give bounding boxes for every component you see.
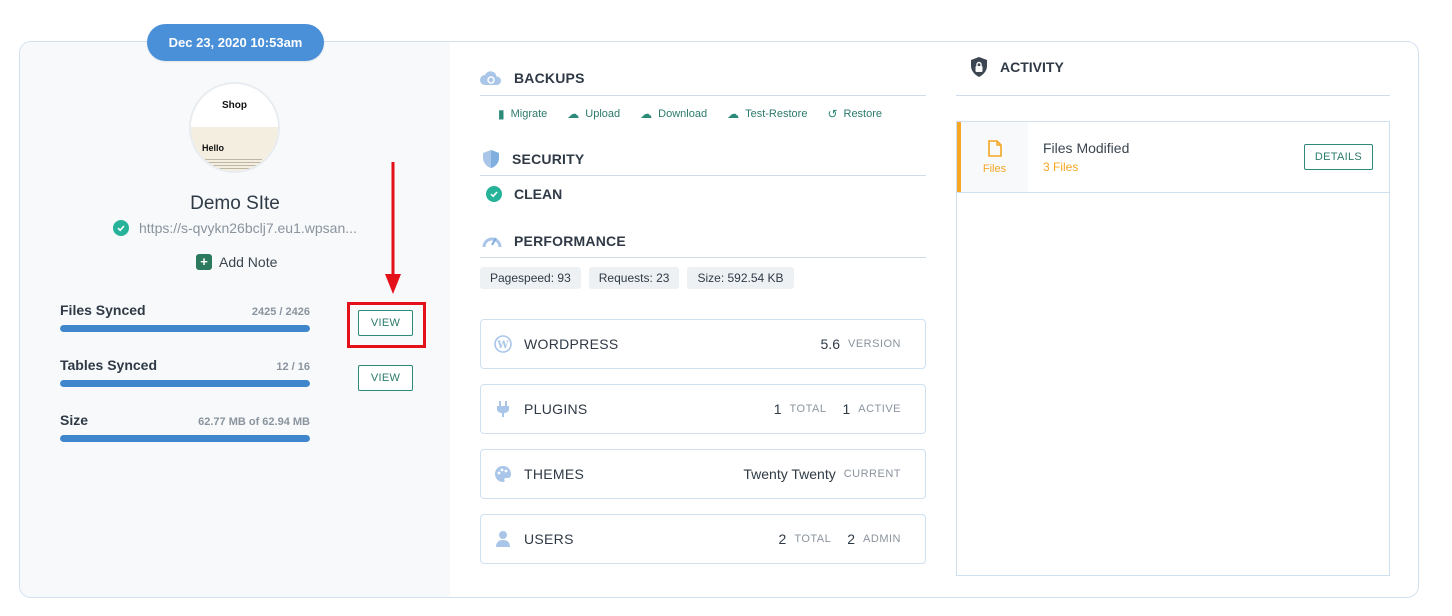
file-icon bbox=[987, 139, 1002, 157]
current-theme-name: Twenty Twenty bbox=[743, 466, 836, 482]
site-url-row[interactable]: https://s-qvykn26bclj7.eu1.wpsan... bbox=[113, 220, 357, 236]
file-icon: ▮ bbox=[498, 107, 505, 121]
history-icon: ↺ bbox=[827, 107, 838, 121]
wordpress-version: 5.6 bbox=[820, 336, 840, 352]
view-tables-button[interactable]: VIEW bbox=[358, 365, 413, 391]
palette-icon bbox=[494, 465, 512, 483]
backups-header: BACKUPS bbox=[480, 70, 585, 86]
stat-label: Size bbox=[60, 412, 89, 428]
performance-metrics: Pagespeed: 93 Requests: 23 Size: 592.54 … bbox=[480, 267, 794, 289]
thumb-body: Hello bbox=[191, 127, 278, 171]
cloud-download-icon: ☁ bbox=[640, 107, 653, 121]
plugins-total-unit: TOTAL bbox=[789, 403, 827, 415]
users-total-count: 2 bbox=[778, 531, 787, 547]
check-circle-icon bbox=[113, 220, 129, 236]
plugins-card[interactable]: PLUGINS 1 TOTAL 1 ACTIVE bbox=[480, 384, 926, 434]
restore-button[interactable]: ↺ Restore bbox=[827, 107, 882, 121]
gauge-icon bbox=[482, 237, 502, 248]
add-note-button[interactable]: + Add Note bbox=[196, 254, 277, 270]
divider bbox=[480, 95, 926, 96]
tables-synced-progress bbox=[60, 380, 310, 387]
wordpress-label: WORDPRESS bbox=[524, 336, 619, 352]
cloud-eye-icon: ☁ bbox=[727, 107, 740, 121]
security-title: SECURITY bbox=[512, 151, 585, 167]
svg-text:W: W bbox=[496, 340, 509, 351]
thumb-text-lines bbox=[202, 157, 262, 171]
add-note-label: Add Note bbox=[219, 254, 278, 270]
migrate-button[interactable]: ▮ Migrate bbox=[498, 107, 547, 121]
activity-title: ACTIVITY bbox=[1000, 59, 1064, 75]
backup-date-badge: Dec 23, 2020 10:53am bbox=[147, 24, 324, 61]
thumb-heading: Hello bbox=[202, 143, 225, 153]
performance-header: PERFORMANCE bbox=[482, 232, 626, 250]
check-circle-icon bbox=[486, 186, 502, 202]
download-button[interactable]: ☁ Download bbox=[640, 107, 707, 121]
plugins-active-unit: ACTIVE bbox=[858, 403, 901, 415]
plugins-active-count: 1 bbox=[842, 401, 851, 417]
size-progress bbox=[60, 435, 310, 442]
note-plus-icon: + bbox=[196, 254, 212, 270]
activity-header: ACTIVITY bbox=[970, 56, 1064, 78]
activity-item: Files Files Modified 3 Files DETAILS bbox=[957, 122, 1389, 193]
activity-subtitle: 3 Files bbox=[1043, 160, 1079, 174]
pagespeed-chip: Pagespeed: 93 bbox=[480, 267, 581, 289]
themes-label: THEMES bbox=[524, 466, 585, 482]
stat-value: 12 / 16 bbox=[276, 361, 310, 373]
activity-title-text: Files Modified bbox=[1043, 140, 1130, 156]
test-restore-label: Test-Restore bbox=[745, 108, 808, 120]
wordpress-icon: W bbox=[494, 335, 512, 353]
migrate-label: Migrate bbox=[510, 108, 548, 120]
test-restore-button[interactable]: ☁ Test-Restore bbox=[727, 107, 807, 121]
upload-label: Upload bbox=[585, 108, 621, 120]
upload-button[interactable]: ☁ Upload bbox=[567, 107, 620, 121]
activity-panel: Files Files Modified 3 Files DETAILS bbox=[956, 121, 1390, 576]
themes-card[interactable]: THEMES Twenty Twenty CURRENT bbox=[480, 449, 926, 499]
annotation-arrow bbox=[385, 162, 401, 294]
plugins-label: PLUGINS bbox=[524, 401, 588, 417]
users-admin-count: 2 bbox=[847, 531, 856, 547]
divider bbox=[956, 95, 1390, 96]
size-stat: Size 62.77 MB of 62.94 MB bbox=[60, 412, 310, 442]
cloud-upload-icon: ☁ bbox=[567, 107, 580, 121]
security-status: CLEAN bbox=[486, 186, 562, 202]
stat-value: 62.77 MB of 62.94 MB bbox=[198, 416, 310, 428]
shield-icon bbox=[483, 150, 499, 168]
wordpress-version-unit: VERSION bbox=[847, 338, 901, 350]
current-theme-unit: CURRENT bbox=[843, 468, 901, 480]
users-label: USERS bbox=[524, 531, 574, 547]
plugins-total-count: 1 bbox=[773, 401, 782, 417]
tables-synced-stat: Tables Synced 12 / 16 bbox=[60, 357, 310, 387]
backups-title: BACKUPS bbox=[514, 70, 585, 86]
lock-shield-icon bbox=[971, 57, 987, 77]
divider bbox=[480, 257, 926, 258]
files-synced-progress bbox=[60, 325, 310, 332]
activity-type-label: Files bbox=[982, 162, 1007, 175]
files-synced-stat: Files Synced 2425 / 2426 bbox=[60, 302, 310, 332]
stat-value: 2425 / 2426 bbox=[251, 306, 310, 318]
requests-chip: Requests: 23 bbox=[588, 267, 680, 289]
activity-type: Files bbox=[961, 122, 1028, 192]
site-thumbnail[interactable]: Shop Hello bbox=[189, 82, 280, 173]
wordpress-card: W WORDPRESS 5.6 VERSION bbox=[480, 319, 926, 369]
users-admin-unit: ADMIN bbox=[863, 533, 901, 545]
activity-text: Files Modified 3 Files bbox=[1028, 140, 1304, 174]
security-status-label: CLEAN bbox=[514, 186, 563, 202]
security-header: SECURITY bbox=[482, 149, 584, 169]
users-total-unit: TOTAL bbox=[794, 533, 832, 545]
divider bbox=[480, 175, 926, 176]
plug-icon bbox=[494, 400, 512, 418]
restore-label: Restore bbox=[843, 108, 883, 120]
site-url[interactable]: https://s-qvykn26bclj7.eu1.wpsan... bbox=[139, 220, 357, 236]
user-icon bbox=[494, 530, 512, 548]
size-chip: Size: 592.54 KB bbox=[687, 267, 794, 289]
users-card[interactable]: USERS 2 TOTAL 2 ADMIN bbox=[480, 514, 926, 564]
download-label: Download bbox=[658, 108, 708, 120]
performance-title: PERFORMANCE bbox=[514, 233, 626, 249]
annotation-highlight-box bbox=[347, 302, 426, 348]
stat-label: Tables Synced bbox=[60, 357, 158, 373]
backup-actions: ▮ Migrate ☁ Upload ☁ Download ☁ Test-Restore… bbox=[498, 107, 882, 121]
details-button[interactable]: DETAILS bbox=[1304, 144, 1373, 170]
stat-label: Files Synced bbox=[60, 302, 146, 318]
cloud-sync-icon bbox=[480, 71, 502, 85]
